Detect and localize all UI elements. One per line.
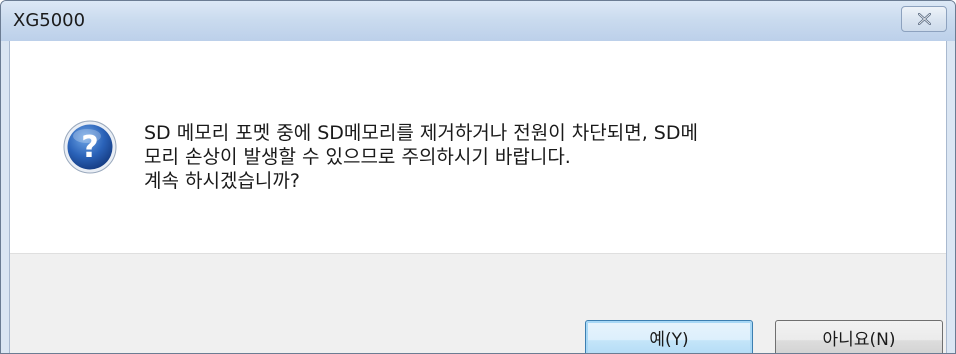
message-line-1: SD 메모리 포멧 중에 SD메모리를 제거하거나 전원이 차단되면, SD메	[144, 122, 698, 144]
title-bar[interactable]: XG5000	[1, 1, 955, 41]
dialog-content: ? SD 메모리 포멧 중에 SD메모리를 제거하거나 전원이 차단되면, SD…	[9, 41, 947, 353]
dialog-window: XG5000 ? SD 메모리 포멧 중에 SD메모리를 제거하거나 전원이 차…	[0, 0, 956, 354]
message-line-2: 모리 손상이 발생할 수 있으므로 주의하시기 바랍니다.	[144, 146, 571, 168]
close-icon	[918, 13, 931, 25]
message-area: ? SD 메모리 포멧 중에 SD메모리를 제거하거나 전원이 차단되면, SD…	[10, 41, 946, 253]
question-icon: ?	[63, 120, 117, 174]
window-title: XG5000	[13, 10, 86, 31]
close-button[interactable]	[901, 6, 947, 32]
button-bar: 예(Y) 아니요(N)	[10, 253, 946, 353]
message-line-3: 계속 하시겠습니까?	[144, 170, 300, 192]
svg-text:?: ?	[81, 130, 98, 165]
no-button[interactable]: 아니요(N)	[775, 320, 943, 353]
yes-button[interactable]: 예(Y)	[585, 320, 753, 353]
message-text: SD 메모리 포멧 중에 SD메모리를 제거하거나 전원이 차단되면, SD메 …	[144, 121, 698, 193]
